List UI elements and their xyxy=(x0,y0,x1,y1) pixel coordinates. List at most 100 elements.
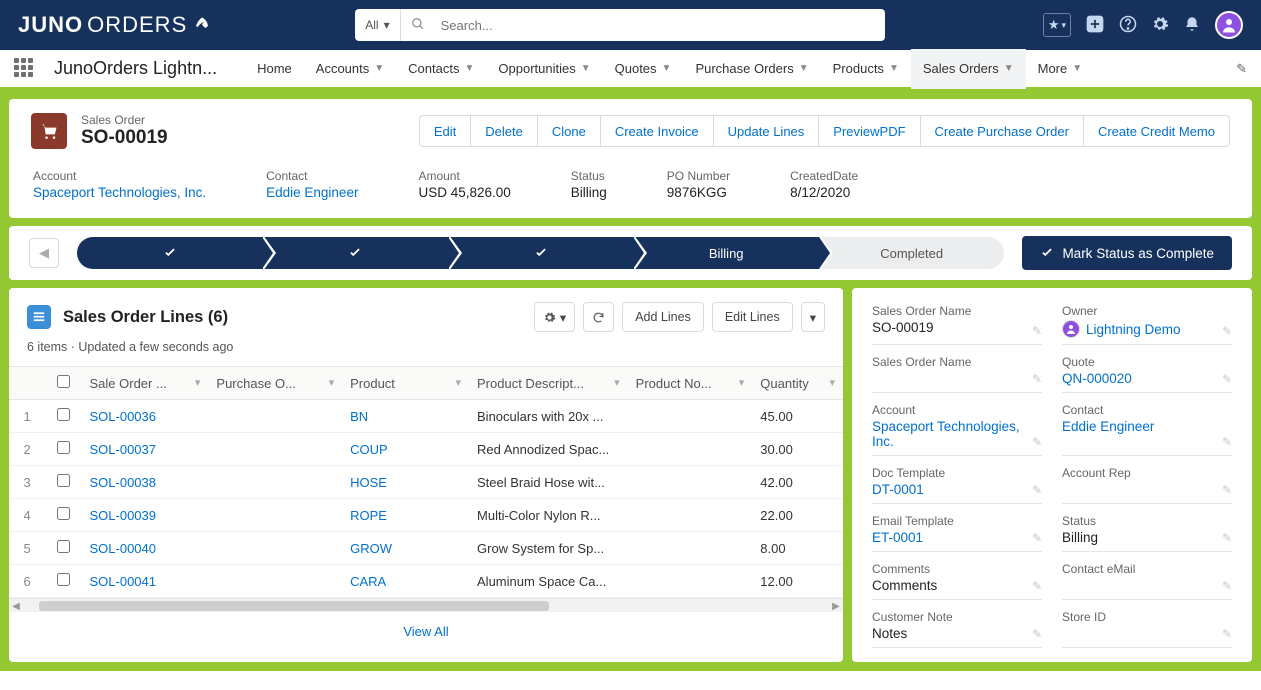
edit-pencil-icon[interactable]: ✎ xyxy=(1032,483,1042,497)
create-invoice-button[interactable]: Create Invoice xyxy=(601,115,714,147)
edit-pencil-icon[interactable]: ✎ xyxy=(1032,435,1042,449)
field-sales-order-name: Sales Order NameSO-00019✎ xyxy=(872,304,1042,345)
highlight-value: 9876KGG xyxy=(667,185,730,200)
help-icon[interactable] xyxy=(1119,15,1137,36)
product-link[interactable]: COUP xyxy=(350,442,388,457)
product-link[interactable]: CARA xyxy=(350,574,386,589)
field-label: Store ID xyxy=(1062,610,1232,624)
row-checkbox[interactable] xyxy=(45,466,81,499)
path-step-stage-3[interactable] xyxy=(448,237,633,269)
edit-lines-button[interactable]: Edit Lines xyxy=(712,302,793,332)
user-avatar[interactable] xyxy=(1215,11,1243,39)
horizontal-scrollbar[interactable]: ◀ ▶ xyxy=(9,598,843,612)
edit-pencil-icon[interactable]: ✎ xyxy=(1222,372,1232,386)
list-settings-button[interactable]: ▾ xyxy=(534,302,575,332)
edit-pencil-icon[interactable]: ✎ xyxy=(1222,435,1232,449)
highlight-link[interactable]: Eddie Engineer xyxy=(266,185,358,200)
nav-tab-label: Home xyxy=(257,61,292,76)
nav-tab-quotes[interactable]: Quotes▼ xyxy=(603,49,684,89)
edit-pencil-icon[interactable]: ✎ xyxy=(1222,324,1232,338)
path-step-stage-1[interactable] xyxy=(77,237,262,269)
edit-pencil-icon[interactable]: ✎ xyxy=(1222,483,1232,497)
row-checkbox[interactable] xyxy=(45,400,81,433)
edit-pencil-icon[interactable]: ✎ xyxy=(1032,372,1042,386)
add-lines-button[interactable]: Add Lines xyxy=(622,302,704,332)
product-link[interactable]: BN xyxy=(350,409,368,424)
col-select-all[interactable] xyxy=(45,367,81,400)
row-checkbox[interactable] xyxy=(45,565,81,598)
refresh-button[interactable] xyxy=(583,302,614,332)
row-checkbox[interactable] xyxy=(45,499,81,532)
edit-pencil-icon[interactable]: ✎ xyxy=(1222,627,1232,641)
mark-complete-button[interactable]: Mark Status as Complete xyxy=(1022,236,1232,270)
previewpdf-button[interactable]: PreviewPDF xyxy=(819,115,920,147)
row-checkbox[interactable] xyxy=(45,532,81,565)
col-product[interactable]: Product▾ xyxy=(342,367,469,400)
search-input[interactable] xyxy=(431,18,886,33)
favorites-button[interactable]: ★▾ xyxy=(1043,13,1071,37)
product-link[interactable]: GROW xyxy=(350,541,392,556)
path-step-stage-2[interactable] xyxy=(262,237,447,269)
col-product-no-[interactable]: Product No...▾ xyxy=(628,367,753,400)
field-link[interactable]: QN-000020 xyxy=(1062,371,1132,386)
nav-tab-opportunities[interactable]: Opportunities▼ xyxy=(486,49,602,89)
clone-button[interactable]: Clone xyxy=(538,115,601,147)
nav-tab-accounts[interactable]: Accounts▼ xyxy=(304,49,396,89)
line-link[interactable]: SOL-00038 xyxy=(90,475,157,490)
line-link[interactable]: SOL-00037 xyxy=(90,442,157,457)
col-purchase-o-[interactable]: Purchase O...▾ xyxy=(208,367,342,400)
notifications-bell-icon[interactable] xyxy=(1183,15,1201,36)
path-step-completed[interactable]: Completed xyxy=(819,237,1004,269)
create-credit-memo-button[interactable]: Create Credit Memo xyxy=(1084,115,1230,147)
field-link[interactable]: Eddie Engineer xyxy=(1062,419,1154,434)
edit-pencil-icon[interactable]: ✎ xyxy=(1032,531,1042,545)
edit-button[interactable]: Edit xyxy=(419,115,471,147)
update-lines-button[interactable]: Update Lines xyxy=(714,115,820,147)
col-quantity[interactable]: Quantity▾ xyxy=(752,367,843,400)
scroll-thumb[interactable] xyxy=(39,601,549,611)
edit-pencil-icon[interactable]: ✎ xyxy=(1222,579,1232,593)
edit-pencil-icon[interactable]: ✎ xyxy=(1032,579,1042,593)
field-link[interactable]: DT-0001 xyxy=(872,482,924,497)
nav-tab-contacts[interactable]: Contacts▼ xyxy=(396,49,486,89)
edit-nav-pencil-icon[interactable]: ✎ xyxy=(1236,61,1247,77)
field-link[interactable]: ET-0001 xyxy=(872,530,923,545)
highlight-label: Account xyxy=(33,169,206,183)
product-link[interactable]: HOSE xyxy=(350,475,387,490)
setup-gear-icon[interactable] xyxy=(1151,15,1169,36)
delete-button[interactable]: Delete xyxy=(471,115,538,147)
col-product-descript-[interactable]: Product Descript...▾ xyxy=(469,367,628,400)
line-link[interactable]: SOL-00036 xyxy=(90,409,157,424)
nav-tab-products[interactable]: Products▼ xyxy=(821,49,911,89)
line-link[interactable]: SOL-00039 xyxy=(90,508,157,523)
scroll-right-icon[interactable]: ▶ xyxy=(829,599,843,613)
lines-title: Sales Order Lines (6) xyxy=(63,308,228,327)
field-link[interactable]: Spaceport Technologies, Inc. xyxy=(872,419,1020,449)
nav-tab-home[interactable]: Home xyxy=(245,49,304,89)
detail-row: Sales Order Name✎QuoteQN-000020✎ xyxy=(872,355,1232,403)
edit-pencil-icon[interactable]: ✎ xyxy=(1032,324,1042,338)
search-scope-dropdown[interactable]: All ▾ xyxy=(355,9,400,41)
path-step-billing[interactable]: Billing xyxy=(633,237,818,269)
row-checkbox[interactable] xyxy=(45,433,81,466)
nav-tab-more[interactable]: More▼ xyxy=(1026,49,1095,89)
line-link[interactable]: SOL-00040 xyxy=(90,541,157,556)
edit-pencil-icon[interactable]: ✎ xyxy=(1222,531,1232,545)
app-launcher-icon[interactable] xyxy=(14,58,36,80)
create-purchase-order-button[interactable]: Create Purchase Order xyxy=(921,115,1084,147)
more-actions-button[interactable]: ▾ xyxy=(801,302,825,332)
highlight-label: Status xyxy=(571,169,607,183)
nav-tab-purchase-orders[interactable]: Purchase Orders▼ xyxy=(683,49,820,89)
view-all-link[interactable]: View All xyxy=(403,624,448,639)
highlight-link[interactable]: Spaceport Technologies, Inc. xyxy=(33,185,206,200)
scroll-left-icon[interactable]: ◀ xyxy=(9,599,23,613)
add-button[interactable] xyxy=(1085,14,1105,37)
col-sale-order-[interactable]: Sale Order ...▾ xyxy=(82,367,209,400)
owner-link[interactable]: Lightning Demo xyxy=(1086,322,1181,337)
edit-pencil-icon[interactable]: ✎ xyxy=(1032,627,1042,641)
nav-tab-sales-orders[interactable]: Sales Orders▼ xyxy=(911,49,1026,89)
field-account-rep: Account Rep✎ xyxy=(1062,466,1232,504)
path-prev-button[interactable]: ◀ xyxy=(29,238,59,268)
line-link[interactable]: SOL-00041 xyxy=(90,574,157,589)
product-link[interactable]: ROPE xyxy=(350,508,387,523)
